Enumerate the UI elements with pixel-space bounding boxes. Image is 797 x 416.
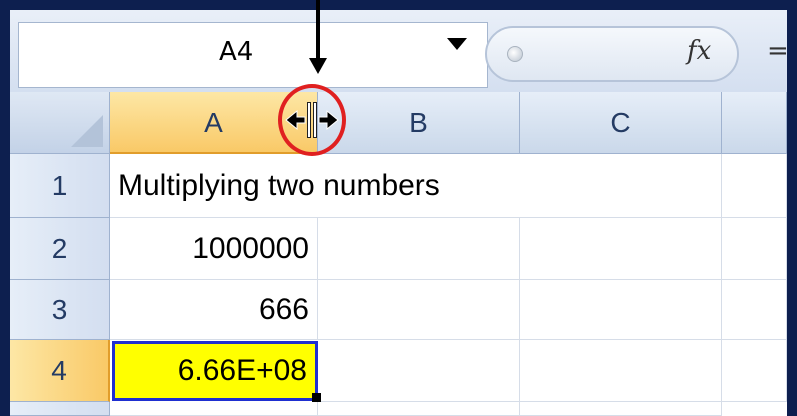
frame-border-top <box>0 0 797 10</box>
frame-border-left <box>0 0 10 416</box>
annotation-arrow-head-icon <box>309 58 327 74</box>
column-header-d[interactable] <box>722 92 787 154</box>
cell-d4[interactable] <box>722 340 787 402</box>
column-resize-cursor-icon[interactable] <box>284 100 340 140</box>
name-box-value: A4 <box>219 37 254 67</box>
cell-d3[interactable] <box>722 280 787 340</box>
formula-bar-dot-icon <box>507 46 523 62</box>
cell-d1[interactable] <box>722 154 787 218</box>
cell-b1[interactable] <box>318 154 520 218</box>
row-header-3[interactable]: 3 <box>10 280 110 340</box>
column-header-b[interactable]: B <box>318 92 520 154</box>
name-box[interactable]: A4 <box>18 22 488 88</box>
cell-c4[interactable] <box>520 340 722 402</box>
select-all-button[interactable] <box>10 92 110 154</box>
cell-a1[interactable]: Multiplying two numbers <box>110 154 440 218</box>
spreadsheet-window: A4 fx = A B C 1 2 3 4 Multiplying two nu… <box>0 0 797 416</box>
fill-handle[interactable] <box>312 393 321 402</box>
row-header-2[interactable]: 2 <box>10 218 110 280</box>
cell-c2[interactable] <box>520 218 722 280</box>
cell-c3[interactable] <box>520 280 722 340</box>
column-header-c[interactable]: C <box>520 92 722 154</box>
annotation-arrow-icon <box>316 0 320 62</box>
cell-c1[interactable] <box>520 154 722 218</box>
formula-fx-icon: fx <box>687 36 712 66</box>
insert-function-button[interactable]: fx <box>485 26 739 82</box>
formula-input[interactable]: = <box>767 36 789 66</box>
select-all-icon <box>71 115 103 147</box>
cell-c5[interactable] <box>520 402 722 416</box>
cell-a4[interactable]: 6.66E+08 <box>112 341 318 401</box>
cell-b3[interactable] <box>318 280 520 340</box>
cell-b2[interactable] <box>318 218 520 280</box>
row-header-1[interactable]: 1 <box>10 154 110 218</box>
row-header-5[interactable] <box>10 402 110 416</box>
cell-a5[interactable] <box>110 402 318 416</box>
cell-a3[interactable]: 666 <box>110 280 318 340</box>
cell-a2[interactable]: 1000000 <box>110 218 318 280</box>
row-header-4[interactable]: 4 <box>10 340 110 402</box>
cell-b4[interactable] <box>318 340 520 402</box>
cell-d2[interactable] <box>722 218 787 280</box>
name-box-dropdown-icon[interactable] <box>447 38 467 50</box>
cell-b5[interactable] <box>318 402 520 416</box>
